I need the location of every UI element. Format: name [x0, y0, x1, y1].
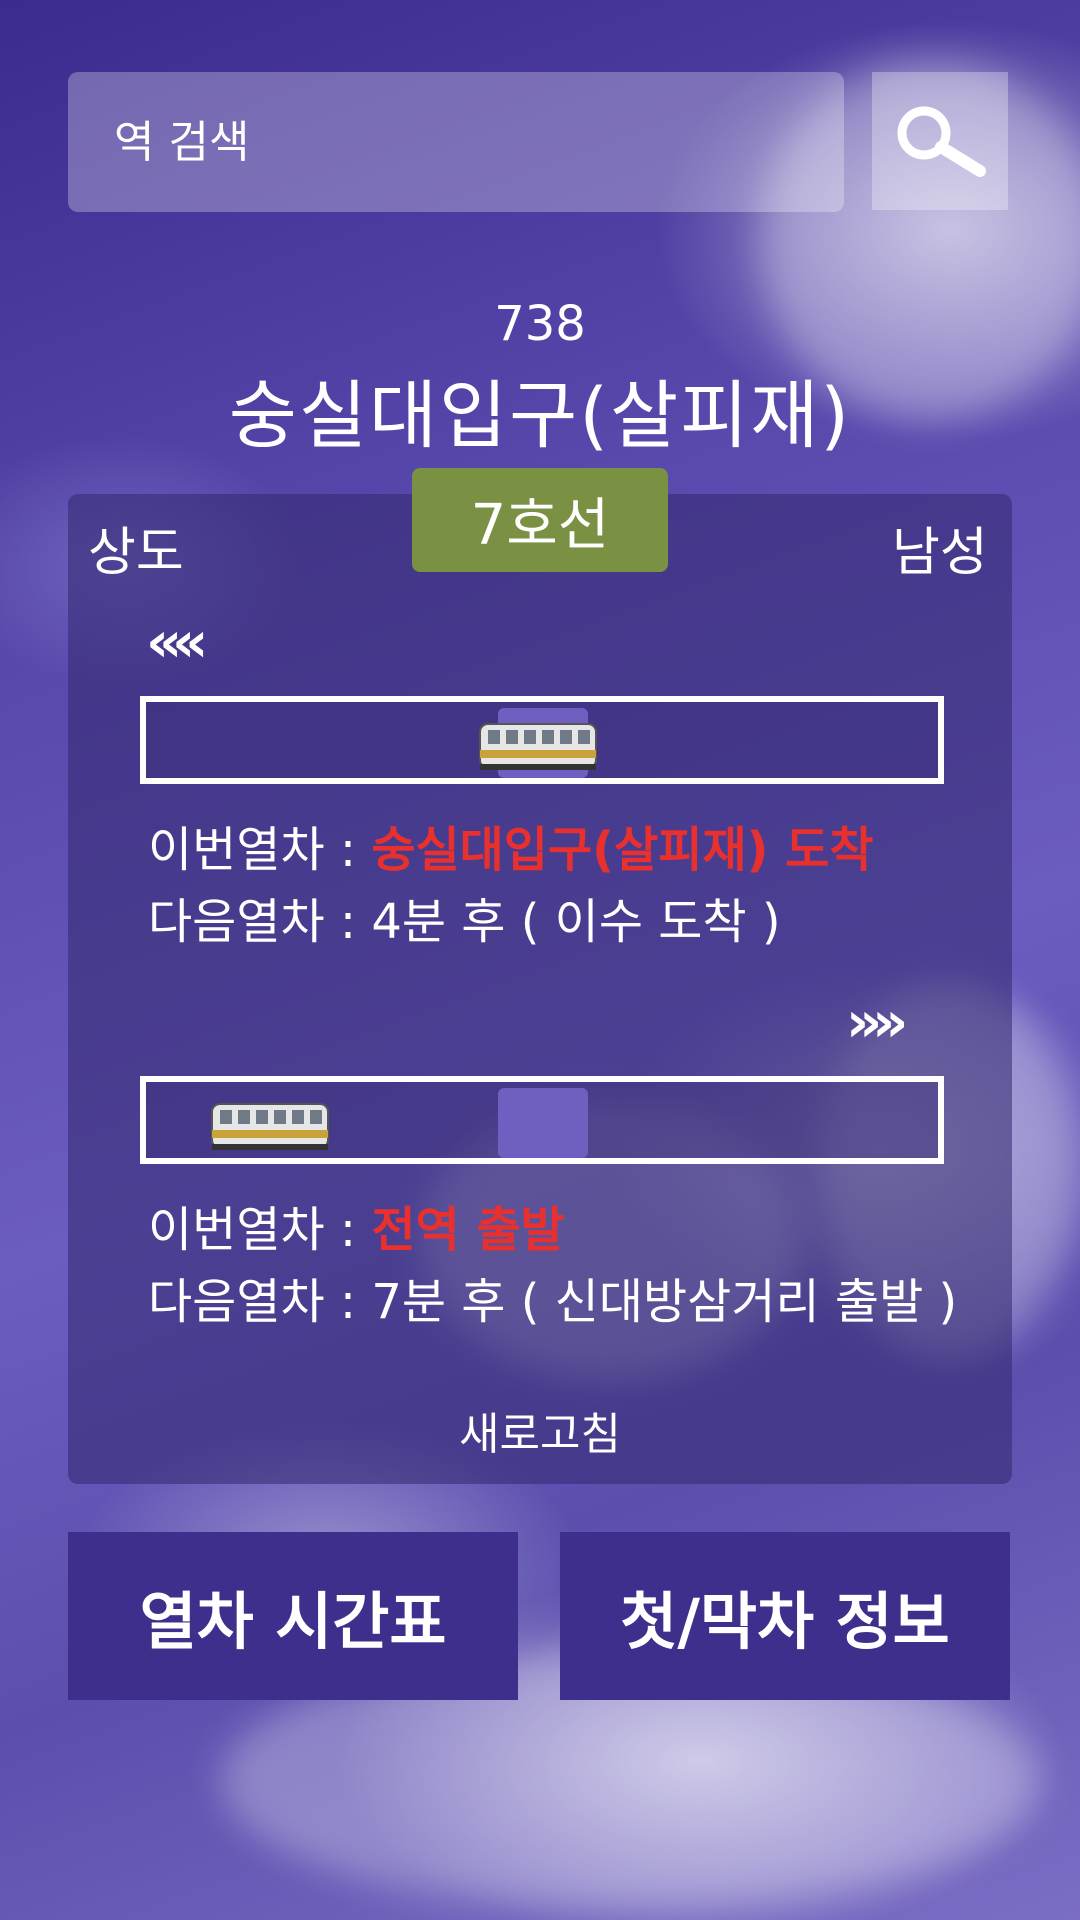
app-screen: 738 숭실대입구(살피재) 7호선 상도 남성 ‹‹‹‹ 이번열차 : 숭실대… [0, 0, 1080, 1920]
first-last-train-button[interactable]: 첫/막차 정보 [560, 1532, 1010, 1700]
arrival-panel [68, 494, 1012, 1484]
this-train-status: 전역 출발 [371, 1202, 565, 1258]
upbound-next-train: 다음열차 : 4분 후 ( 이수 도착 ) [148, 882, 781, 952]
station-code: 738 [494, 296, 586, 352]
downbound-direction-arrows: ›››› [846, 990, 908, 1055]
current-station-marker [498, 1088, 588, 1158]
next-train-status: 4분 후 ( 이수 도착 ) [371, 894, 781, 950]
refresh-button[interactable]: 새로고침 [0, 1398, 1080, 1462]
station-name: 숭실대입구(살피재) [228, 373, 852, 459]
station-search-input[interactable] [112, 115, 796, 169]
upbound-this-train: 이번열차 : 숭실대입구(살피재) 도착 [148, 810, 874, 880]
line-badge: 7호선 [412, 468, 668, 572]
upbound-direction-arrows: ‹‹‹‹ [146, 610, 208, 675]
timetable-button[interactable]: 열차 시간표 [68, 1532, 518, 1700]
direction-right-label: 남성 [892, 523, 988, 583]
next-train-label: 다음열차 : [148, 1274, 372, 1330]
search-button[interactable] [872, 72, 1008, 210]
downbound-track [140, 1076, 944, 1164]
upbound-track [140, 696, 944, 784]
search-icon [897, 106, 986, 177]
this-train-label: 이번열차 : [148, 1202, 372, 1258]
downbound-next-train: 다음열차 : 7분 후 ( 신대방삼거리 출발 ) [148, 1262, 957, 1332]
search-box [68, 72, 844, 212]
next-train-status: 7분 후 ( 신대방삼거리 출발 ) [371, 1274, 958, 1330]
direction-left-label: 상도 [88, 523, 184, 583]
downbound-this-train: 이번열차 : 전역 출발 [148, 1190, 565, 1260]
train-icon [479, 723, 597, 770]
this-train-status: 숭실대입구(살피재) 도착 [371, 822, 874, 878]
next-train-label: 다음열차 : [148, 894, 372, 950]
this-train-label: 이번열차 : [148, 822, 372, 878]
train-icon [211, 1103, 329, 1150]
